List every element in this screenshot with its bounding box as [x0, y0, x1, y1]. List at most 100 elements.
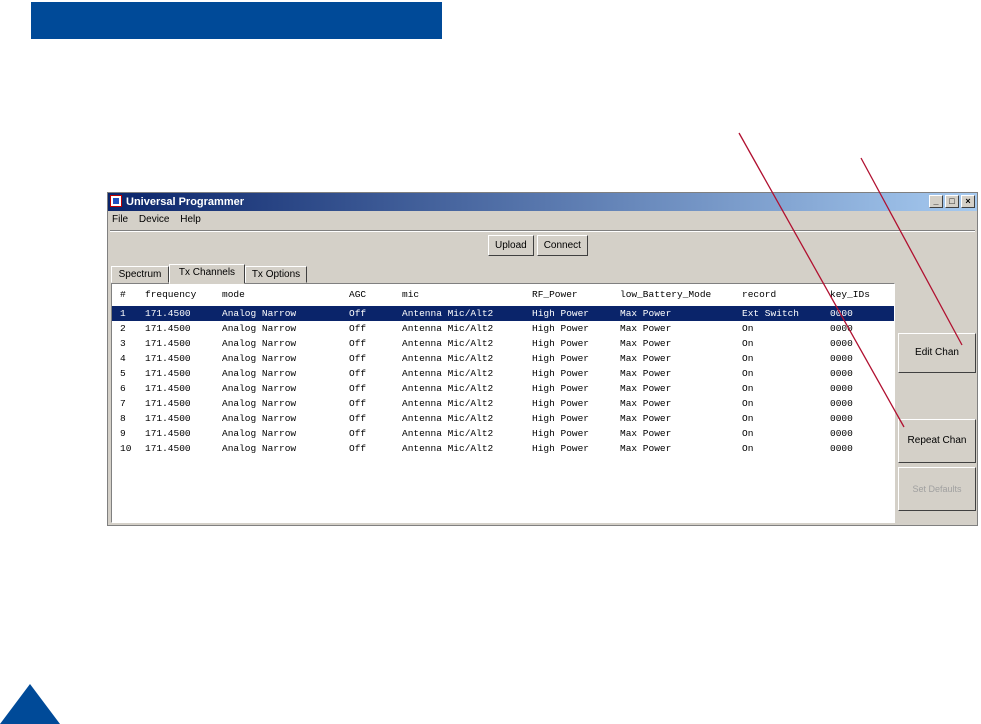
cell-mode: Analog Narrow: [222, 398, 297, 409]
table-header: # frequency mode AGC mic RF_Power low_Ba…: [112, 284, 894, 306]
cell-record: On: [742, 413, 754, 424]
cell-agc: Off: [349, 353, 367, 364]
cell-mode: Analog Narrow: [222, 413, 297, 424]
cell-mode: Analog Narrow: [222, 308, 297, 319]
menu-help[interactable]: Help: [176, 212, 205, 228]
cell-mic: Antenna Mic/Alt2: [402, 338, 494, 349]
cell-key-ids: 0000: [830, 413, 853, 424]
channel-table[interactable]: # frequency mode AGC mic RF_Power low_Ba…: [111, 283, 895, 523]
table-row[interactable]: 10 171.4500 Analog Narrow Off Antenna Mic/Al…: [112, 441, 894, 456]
cell-mic: Antenna Mic/Alt2: [402, 308, 494, 319]
set-defaults-button[interactable]: Set Defaults: [898, 467, 976, 511]
cell-key-ids: 0000: [830, 353, 853, 364]
connect-button[interactable]: Connect: [536, 235, 588, 256]
cell-mode: Analog Narrow: [222, 428, 297, 439]
cell-mic: Antenna Mic/Alt2: [402, 383, 494, 394]
tab-spectrum[interactable]: Spectrum: [111, 266, 169, 283]
cell-frequency: 171.4500: [145, 398, 191, 409]
cell-key-ids: 0000: [830, 398, 853, 409]
cell-rf-power: High Power: [532, 308, 590, 319]
column-header-record[interactable]: record: [742, 284, 776, 306]
cell-record: On: [742, 443, 754, 454]
cell-low-battery-mode: Max Power: [620, 413, 672, 424]
column-header-rf-power[interactable]: RF_Power: [532, 284, 578, 306]
table-row[interactable]: 8 171.4500 Analog Narrow Off Antenna Mic/Alt…: [112, 411, 894, 426]
cell-rf-power: High Power: [532, 383, 590, 394]
cell-mic: Antenna Mic/Alt2: [402, 323, 494, 334]
cell-mode: Analog Narrow: [222, 443, 297, 454]
cell-record: Ext Switch: [742, 308, 800, 319]
maximize-icon[interactable]: □: [945, 195, 959, 208]
tab-tx-channels[interactable]: Tx Channels: [169, 264, 245, 284]
cell-key-ids: 0000: [830, 368, 853, 379]
cell-record: On: [742, 323, 754, 334]
table-row[interactable]: 6 171.4500 Analog Narrow Off Antenna Mic/Alt…: [112, 381, 894, 396]
cell-low-battery-mode: Max Power: [620, 428, 672, 439]
cell-record: On: [742, 353, 754, 364]
table-row[interactable]: 3 171.4500 Analog Narrow Off Antenna Mic/Alt…: [112, 336, 894, 351]
cell-rf-power: High Power: [532, 428, 590, 439]
cell-agc: Off: [349, 368, 367, 379]
cell-low-battery-mode: Max Power: [620, 383, 672, 394]
cell-agc: Off: [349, 398, 367, 409]
cell-mode: Analog Narrow: [222, 323, 297, 334]
cell-number: 7: [120, 398, 126, 409]
column-header-frequency[interactable]: frequency: [145, 284, 196, 306]
cell-key-ids: 0000: [830, 323, 853, 334]
cell-agc: Off: [349, 338, 367, 349]
cell-mic: Antenna Mic/Alt2: [402, 398, 494, 409]
cell-number: 6: [120, 383, 126, 394]
close-icon[interactable]: ×: [961, 195, 975, 208]
column-header-key-ids[interactable]: key_IDs: [830, 284, 870, 306]
column-header-agc[interactable]: AGC: [349, 284, 366, 306]
cell-mode: Analog Narrow: [222, 353, 297, 364]
table-row[interactable]: 9 171.4500 Analog Narrow Off Antenna Mic/Alt…: [112, 426, 894, 441]
table-row[interactable]: 2 171.4500 Analog Narrow Off Antenna Mic/Alt…: [112, 321, 894, 336]
cell-record: On: [742, 368, 754, 379]
cell-agc: Off: [349, 323, 367, 334]
cell-agc: Off: [349, 308, 367, 319]
cell-record: On: [742, 398, 754, 409]
cell-record: On: [742, 338, 754, 349]
cell-agc: Off: [349, 383, 367, 394]
menu-file[interactable]: File: [108, 212, 132, 228]
cell-mic: Antenna Mic/Alt2: [402, 368, 494, 379]
column-header-low-battery-mode[interactable]: low_Battery_Mode: [620, 284, 711, 306]
cell-rf-power: High Power: [532, 323, 590, 334]
edit-chan-button[interactable]: Edit Chan: [898, 333, 976, 373]
table-row[interactable]: 7 171.4500 Analog Narrow Off Antenna Mic/Alt…: [112, 396, 894, 411]
column-header-mode[interactable]: mode: [222, 284, 245, 306]
cell-frequency: 171.4500: [145, 353, 191, 364]
cell-rf-power: High Power: [532, 398, 590, 409]
minimize-icon[interactable]: _: [929, 195, 943, 208]
cell-mode: Analog Narrow: [222, 383, 297, 394]
app-window: Universal Programmer _ □ × File Device H…: [107, 192, 978, 526]
table-row[interactable]: 5 171.4500 Analog Narrow Off Antenna Mic/Alt…: [112, 366, 894, 381]
cell-rf-power: High Power: [532, 368, 590, 379]
upload-button[interactable]: Upload: [488, 235, 534, 256]
column-header-number[interactable]: #: [120, 284, 126, 306]
table-row[interactable]: 4 171.4500 Analog Narrow Off Antenna Mic/Alt…: [112, 351, 894, 366]
title-bar[interactable]: Universal Programmer _ □ ×: [108, 193, 977, 211]
column-header-mic[interactable]: mic: [402, 284, 419, 306]
table-row[interactable]: 1 171.4500 Analog Narrow Off Antenna Mic/Alt…: [112, 306, 894, 321]
cell-number: 9: [120, 428, 126, 439]
menu-device[interactable]: Device: [135, 212, 174, 228]
cell-frequency: 171.4500: [145, 323, 191, 334]
toolbar: Upload Connect: [488, 235, 588, 256]
cell-agc: Off: [349, 413, 367, 424]
cell-low-battery-mode: Max Power: [620, 323, 672, 334]
cell-frequency: 171.4500: [145, 368, 191, 379]
side-button-panel: Edit Chan Repeat Chan Set Defaults: [898, 283, 976, 523]
cell-mic: Antenna Mic/Alt2: [402, 428, 494, 439]
cell-number: 8: [120, 413, 126, 424]
app-icon: [110, 195, 122, 207]
repeat-chan-button[interactable]: Repeat Chan: [898, 419, 976, 463]
cell-agc: Off: [349, 443, 367, 454]
cell-frequency: 171.4500: [145, 428, 191, 439]
menu-bar: File Device Help: [108, 212, 205, 228]
cell-agc: Off: [349, 428, 367, 439]
cell-frequency: 171.4500: [145, 308, 191, 319]
cell-rf-power: High Power: [532, 338, 590, 349]
tab-tx-options[interactable]: Tx Options: [245, 266, 307, 283]
